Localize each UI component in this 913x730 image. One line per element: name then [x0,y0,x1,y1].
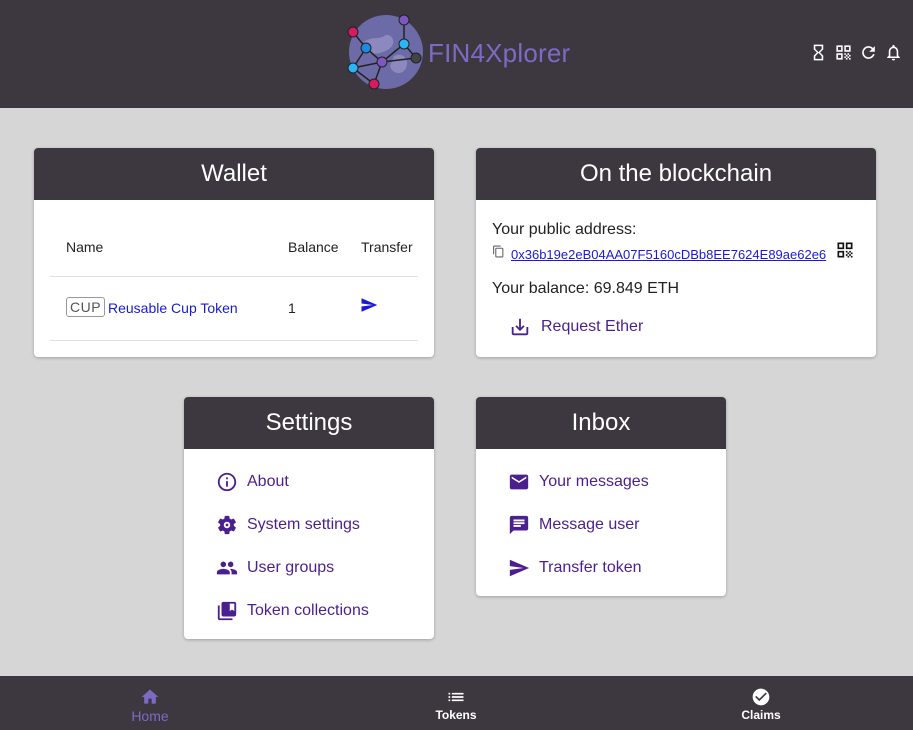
menu-item-label: System settings [247,515,360,533]
request-ether-button[interactable]: Request Ether [509,316,643,338]
inbox-title: Inbox [476,397,726,449]
token-balance: 1 [288,300,296,316]
wallet-table-header: Name Balance Transfer [50,200,418,277]
qr-code-icon[interactable] [835,240,855,260]
settings-menu: About System settings User groups Token … [216,449,369,632]
fin4-logo [347,14,423,90]
request-ether-label: Request Ether [541,318,644,335]
inbox-card: Inbox Your messages Message user Transfe… [476,397,726,596]
info-icon [217,472,237,491]
copy-icon[interactable] [492,245,505,263]
column-header-transfer: Transfer [361,239,413,255]
list-icon [448,692,464,702]
public-address-link[interactable]: 0x36b19e2eB04AA07F5160cDBb8EE7624E89ae62… [511,247,826,262]
inbox-menu: Your messages Message user Transfer toke… [508,449,649,589]
menu-item-label: Transfer token [539,558,642,576]
menu-item-transfer-token[interactable]: Transfer token [508,546,649,589]
nav-home[interactable]: Home [90,676,210,730]
download-icon [511,318,529,336]
send-icon[interactable] [360,296,378,314]
people-icon [216,561,238,574]
settings-title: Settings [184,397,434,449]
token-name-link[interactable]: Reusable Cup Token [108,300,238,316]
column-header-balance: Balance [288,239,339,255]
blockchain-title: On the blockchain [476,148,876,200]
top-app-bar: FIN4Xplorer [0,0,913,108]
refresh-icon[interactable] [859,41,878,63]
menu-item-label: User groups [247,558,335,576]
menu-item-label: About [247,472,289,490]
menu-item-system-settings[interactable]: System settings [216,503,369,546]
gear-icon [218,515,236,534]
menu-item-token-collections[interactable]: Token collections [216,589,369,632]
settings-card: Settings About System settings User grou… [184,397,434,639]
menu-item-label: Token collections [247,601,369,619]
chat-icon [509,515,529,534]
home-icon [141,689,159,704]
check-circle-icon [752,688,770,706]
table-row: CUP Reusable Cup Token 1 [50,277,418,341]
nav-tokens[interactable]: Tokens [396,676,516,730]
menu-item-user-groups[interactable]: User groups [216,546,369,589]
wallet-title: Wallet [34,148,434,200]
top-actions [809,41,903,63]
nav-home-label: Home [131,708,169,724]
menu-item-your-messages[interactable]: Your messages [508,460,649,503]
address-line: 0x36b19e2eB04AA07F5160cDBb8EE7624E89ae62… [492,245,826,263]
column-header-name: Name [66,239,104,255]
send-icon [509,559,530,576]
mail-icon [509,474,529,489]
public-address-label: Your public address: [492,221,637,238]
menu-item-label: Your messages [539,472,649,490]
menu-item-about[interactable]: About [216,460,369,503]
wallet-table: Name Balance Transfer CUP Reusable Cup T… [50,200,418,341]
nav-claims-label: Claims [741,708,781,722]
nav-tokens-label: Tokens [435,708,477,722]
menu-item-label: Message user [539,515,640,533]
blockchain-card: On the blockchain Your public address: 0… [476,148,876,357]
token-symbol-badge: CUP [66,297,106,317]
bottom-navigation: Home Tokens Claims [0,676,913,730]
collections-icon [217,601,237,620]
bell-icon[interactable] [884,41,903,63]
qr-code-icon[interactable] [834,41,853,63]
wallet-card: Wallet Name Balance Transfer CUP Reusabl… [34,148,434,357]
brand-title: FIN4Xplorer [428,38,571,68]
nav-claims[interactable]: Claims [701,676,821,730]
hourglass-icon[interactable] [809,41,828,63]
menu-item-message-user[interactable]: Message user [508,503,649,546]
eth-balance: Your balance: 69.849 ETH [492,280,680,297]
